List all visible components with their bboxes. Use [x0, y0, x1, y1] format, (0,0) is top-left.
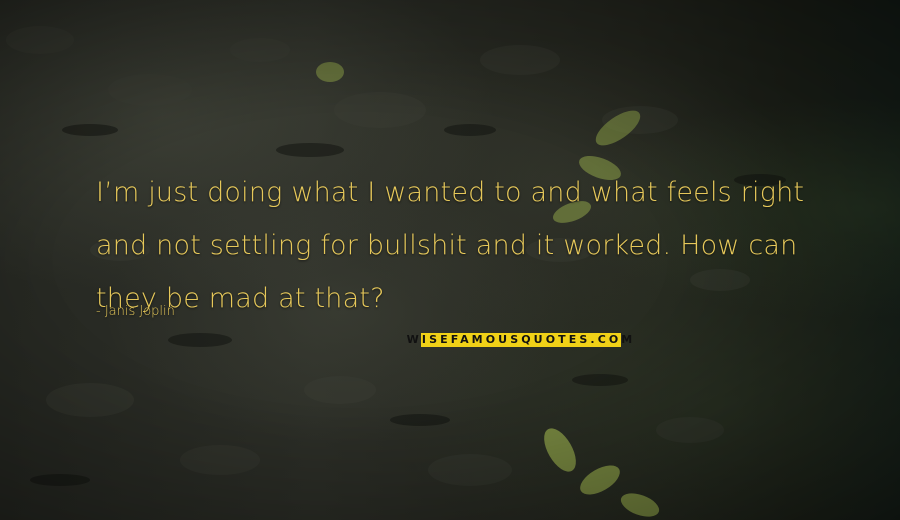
- quote-author: - Janis Joplin: [96, 304, 175, 319]
- quote-line-2: and not settling for bullshit and it wor…: [96, 230, 798, 261]
- quote-text: I’m just doing what I wanted to and what…: [96, 166, 836, 325]
- watermark-logo: WISEFAMOUSQUOTES.COM: [406, 333, 636, 347]
- quote-image: I’m just doing what I wanted to and what…: [0, 0, 900, 520]
- quote-line-1: I’m just doing what I wanted to and what…: [96, 177, 805, 208]
